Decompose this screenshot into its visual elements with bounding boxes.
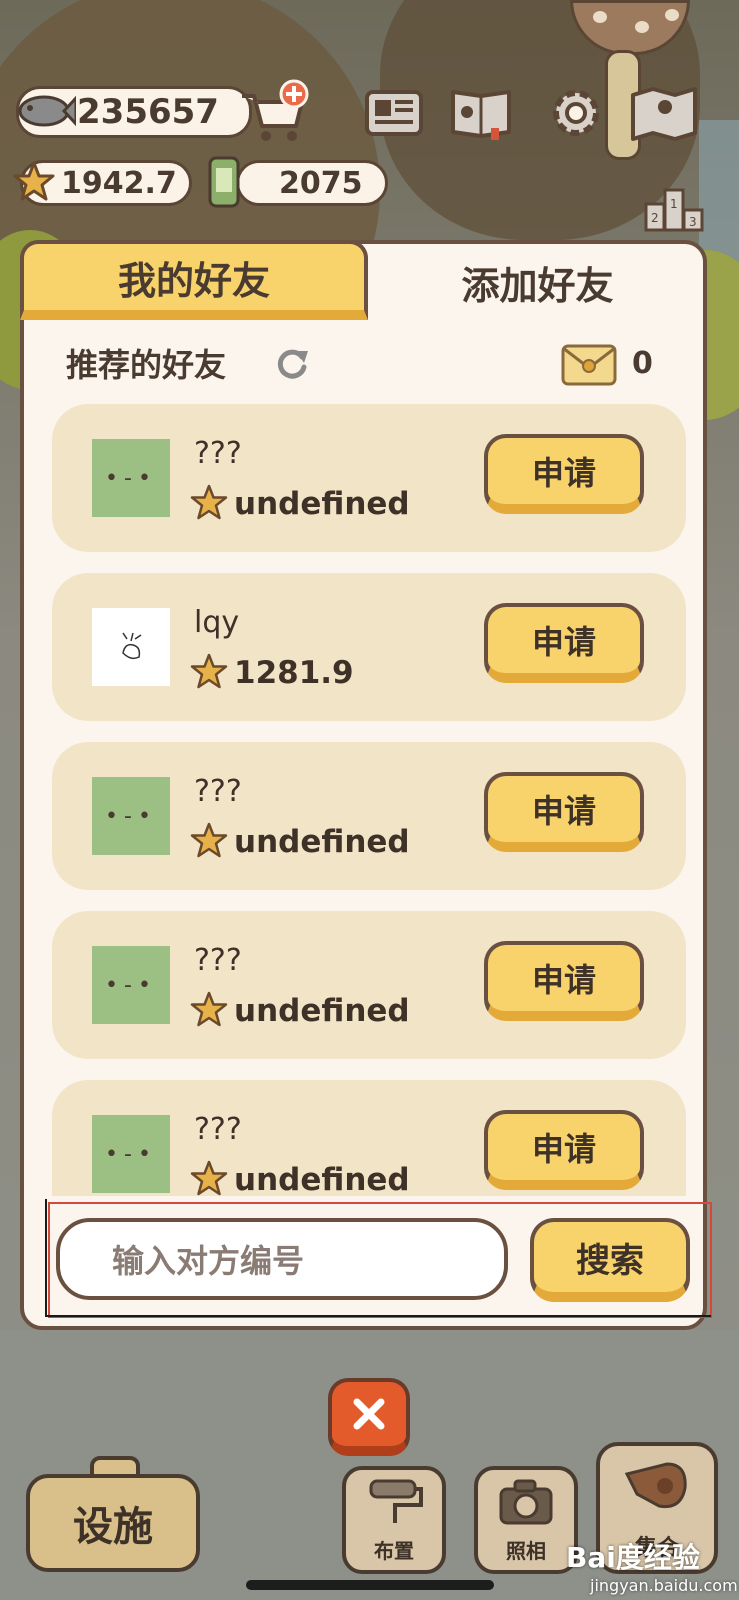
can-icon	[208, 156, 240, 208]
gear-icon	[553, 90, 599, 136]
apply-button[interactable]: 申请	[484, 603, 644, 683]
friend-score: undefined	[234, 1162, 410, 1196]
friend-name: ???	[194, 1112, 242, 1147]
friend-score: undefined	[234, 993, 410, 1029]
friend-score: 1281.9	[234, 655, 354, 691]
list-item: •-• ??? undefined 申请	[52, 911, 686, 1059]
can-currency-pill: 2075	[236, 160, 388, 206]
svg-text:3: 3	[689, 215, 697, 229]
recommended-list[interactable]: •-• ??? undefined 申请 lqy 1281.9 申请 •-• ?…	[24, 400, 703, 1196]
facility-label: 设施	[73, 1504, 153, 1550]
apply-label: 申请	[531, 961, 596, 999]
apply-button[interactable]: 申请	[484, 434, 644, 514]
paint-roller-icon	[369, 1479, 423, 1523]
home-indicator[interactable]	[246, 1580, 494, 1590]
avatar: •-•	[92, 439, 170, 517]
star-score: 1942.7	[61, 165, 177, 201]
close-icon	[353, 1398, 385, 1430]
tab-add-friends[interactable]: 添加好友	[372, 244, 703, 320]
news-button[interactable]	[358, 80, 430, 146]
recommended-title: 推荐的好友	[66, 346, 227, 384]
layout-label: 布置	[374, 1539, 414, 1563]
book-icon	[451, 90, 511, 140]
avatar	[92, 608, 170, 686]
avatar: •-•	[92, 1115, 170, 1193]
apply-label: 申请	[531, 792, 596, 830]
close-button[interactable]	[328, 1378, 410, 1456]
whistle-icon	[624, 1462, 687, 1509]
list-item: •-• ??? undefined 申请	[52, 742, 686, 890]
friend-score: undefined	[234, 486, 410, 522]
star-icon	[190, 653, 228, 689]
avatar: •-•	[92, 946, 170, 1024]
search-placeholder: 输入对方编号	[112, 1242, 305, 1280]
friend-id-search-input[interactable]: 输入对方编号	[56, 1218, 508, 1300]
friend-name: lqy	[194, 605, 240, 640]
tab-add-friends-label: 添加好友	[461, 263, 614, 308]
avatar: •-•	[92, 777, 170, 855]
settings-button[interactable]	[540, 80, 612, 146]
fish-icon	[18, 95, 76, 127]
friend-score: undefined	[234, 824, 410, 860]
cat-book-button[interactable]	[446, 80, 518, 146]
tab-my-friends[interactable]: 我的好友	[20, 240, 368, 320]
apply-button[interactable]: 申请	[484, 1110, 644, 1190]
apply-label: 申请	[531, 623, 596, 661]
watermark-url: jingyan.baidu.com	[590, 1576, 738, 1595]
list-item: •-• ??? undefined 申请	[52, 404, 686, 552]
camera-icon	[499, 1479, 553, 1525]
mail-icon[interactable]	[560, 342, 618, 388]
apply-label: 申请	[531, 1130, 596, 1168]
newspaper-icon	[365, 90, 423, 136]
tab-my-friends-label: 我的好友	[117, 258, 270, 303]
star-icon	[190, 1160, 228, 1196]
svg-text:1: 1	[670, 197, 678, 211]
photo-label: 照相	[506, 1539, 546, 1563]
list-item: lqy 1281.9 申请	[52, 573, 686, 721]
friend-name: ???	[194, 774, 242, 809]
map-icon	[631, 87, 697, 141]
list-item: •-• ??? undefined 申请	[52, 1080, 686, 1196]
shop-cart-icon[interactable]	[238, 78, 310, 144]
mail-count: 0	[632, 346, 653, 381]
refresh-icon[interactable]	[274, 345, 310, 381]
search-button[interactable]: 搜索	[530, 1218, 690, 1302]
apply-button[interactable]: 申请	[484, 941, 644, 1021]
friend-name: ???	[194, 943, 242, 978]
apply-label: 申请	[531, 454, 596, 492]
star-icon	[13, 161, 55, 201]
star-icon	[190, 822, 228, 858]
photo-button[interactable]: 照相	[474, 1466, 578, 1574]
apply-button[interactable]: 申请	[484, 772, 644, 852]
sketch-avatar-icon	[122, 632, 142, 660]
fish-count: 235657	[77, 92, 219, 132]
star-icon	[190, 484, 228, 520]
layout-button[interactable]: 布置	[342, 1466, 446, 1574]
search-button-label: 搜索	[576, 1240, 644, 1281]
map-button[interactable]	[628, 80, 700, 146]
star-icon	[190, 991, 228, 1027]
leaderboard-icon[interactable]: 2 1 3	[644, 182, 704, 232]
watermark-brand: Bai度经验	[566, 1541, 700, 1574]
friend-name: ???	[194, 436, 242, 471]
can-count: 2075	[279, 165, 363, 201]
svg-text:2: 2	[651, 211, 659, 225]
facility-button[interactable]: 设施	[26, 1474, 200, 1572]
